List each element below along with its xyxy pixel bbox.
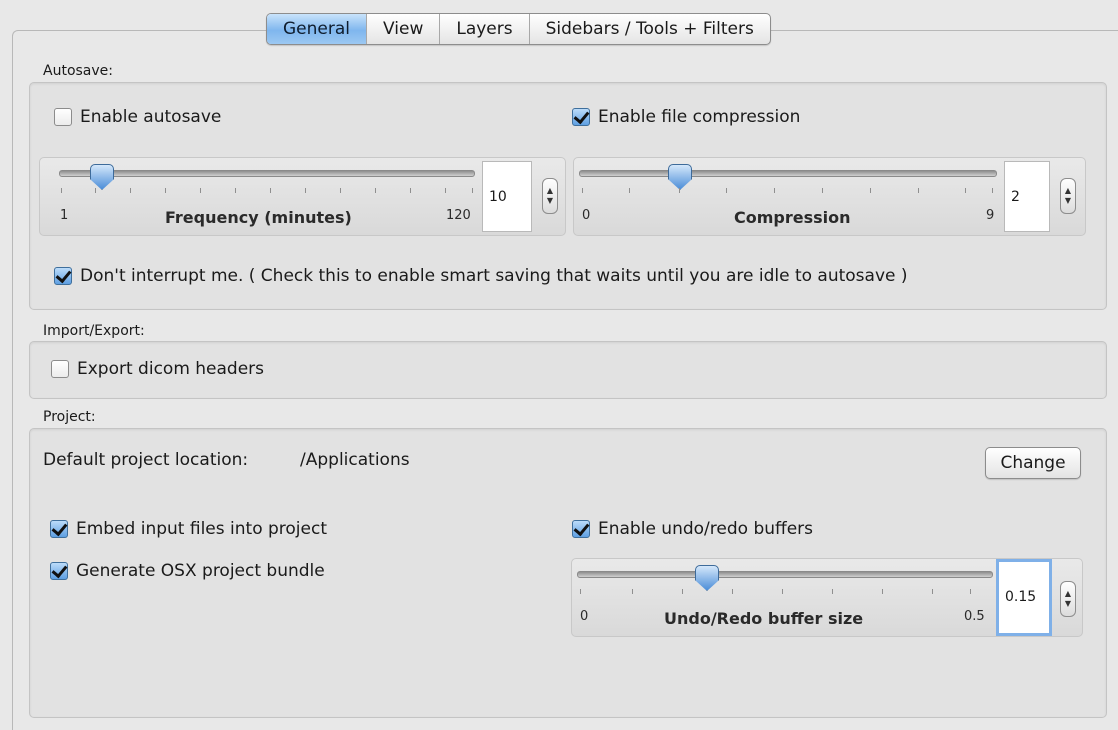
- import-export-group: Export dicom headers: [29, 341, 1107, 399]
- enable-undo-redo-checkbox[interactable]: Enable undo/redo buffers: [572, 519, 813, 539]
- autosave-section-label: Autosave:: [43, 63, 113, 79]
- undo-buffer-slider-title: Undo/Redo buffer size: [664, 609, 864, 628]
- enable-autosave-label: Enable autosave: [80, 107, 222, 127]
- export-dicom-headers-label: Export dicom headers: [77, 359, 265, 379]
- frequency-slider-thumb[interactable]: [90, 164, 114, 190]
- undo-buffer-stepper[interactable]: ▲ ▼: [1060, 581, 1076, 617]
- compression-tick: [870, 188, 871, 193]
- autosave-group: Enable autosave Enable file compression …: [29, 82, 1107, 310]
- frequency-slider-title: Frequency (minutes): [165, 208, 352, 227]
- compression-tick: [679, 188, 680, 193]
- frequency-tick: [270, 188, 271, 193]
- undo-tick: [682, 589, 683, 594]
- frequency-tick: [235, 188, 236, 193]
- generate-osx-bundle-checkbox[interactable]: Generate OSX project bundle: [50, 561, 325, 581]
- undo-buffer-min-label: 0: [580, 609, 589, 624]
- frequency-min-label: 1: [60, 208, 69, 223]
- undo-tick: [932, 589, 933, 594]
- undo-tick: [882, 589, 883, 594]
- embed-input-files-box[interactable]: [50, 520, 68, 538]
- undo-tick: [832, 589, 833, 594]
- enable-file-compression-box[interactable]: [572, 108, 590, 126]
- compression-slider-thumb[interactable]: [668, 164, 692, 190]
- tab-layers[interactable]: Layers: [440, 14, 530, 44]
- frequency-tick: [61, 188, 62, 193]
- compression-tick: [992, 188, 993, 193]
- generate-osx-bundle-box[interactable]: [50, 562, 68, 580]
- tab-sidebars-tools-filters[interactable]: Sidebars / Tools + Filters: [530, 14, 770, 44]
- frequency-tick: [410, 188, 411, 193]
- frequency-tick: [340, 188, 341, 193]
- enable-undo-redo-label: Enable undo/redo buffers: [598, 519, 814, 539]
- undo-buffer-max-label: 0.5: [964, 609, 985, 624]
- frequency-slider-track[interactable]: [59, 170, 475, 177]
- stepper-up-icon[interactable]: ▲: [547, 186, 553, 196]
- compression-min-label: 0: [582, 208, 591, 223]
- enable-file-compression-checkbox[interactable]: Enable file compression: [572, 107, 800, 127]
- tab-bar: General View Layers Sidebars / Tools + F…: [266, 13, 771, 45]
- undo-tick: [580, 589, 581, 594]
- compression-slider-title: Compression: [734, 208, 851, 227]
- default-location-label: Default project location:: [43, 450, 249, 470]
- change-location-button[interactable]: Change: [985, 447, 1081, 479]
- frequency-slider-panel: 1 Frequency (minutes) 120 10 ▲ ▼: [39, 157, 566, 236]
- undo-buffer-slider-panel: 0 Undo/Redo buffer size 0.5 0.15 ▲ ▼: [571, 558, 1083, 637]
- compression-slider-panel: 0 Compression 9 2 ▲ ▼: [573, 157, 1086, 236]
- compression-tick: [726, 188, 727, 193]
- compression-tick: [774, 188, 775, 193]
- project-section-label: Project:: [43, 409, 96, 425]
- undo-tick: [632, 589, 633, 594]
- enable-autosave-box[interactable]: [54, 108, 72, 126]
- compression-slider-track[interactable]: [579, 170, 997, 177]
- enable-autosave-checkbox[interactable]: Enable autosave: [54, 107, 221, 127]
- compression-tick: [582, 188, 583, 193]
- export-dicom-headers-box[interactable]: [51, 360, 69, 378]
- export-dicom-headers-checkbox[interactable]: Export dicom headers: [51, 359, 264, 379]
- default-location-value: /Applications: [300, 450, 410, 470]
- undo-tick: [782, 589, 783, 594]
- frequency-value-field[interactable]: 10: [482, 161, 532, 232]
- dont-interrupt-label: Don't interrupt me. ( Check this to enab…: [80, 266, 908, 286]
- stepper-up-icon[interactable]: ▲: [1065, 589, 1071, 599]
- undo-tick: [970, 589, 971, 594]
- import-export-section-label: Import/Export:: [43, 323, 145, 339]
- frequency-max-label: 120: [446, 208, 471, 223]
- dont-interrupt-checkbox[interactable]: Don't interrupt me. ( Check this to enab…: [54, 266, 908, 286]
- embed-input-files-label: Embed input files into project: [76, 519, 327, 539]
- stepper-up-icon[interactable]: ▲: [1065, 186, 1071, 196]
- compression-stepper[interactable]: ▲ ▼: [1060, 178, 1076, 214]
- stepper-down-icon[interactable]: ▼: [547, 196, 553, 206]
- frequency-tick: [130, 188, 131, 193]
- frequency-tick: [472, 188, 473, 193]
- compression-tick: [965, 188, 966, 193]
- frequency-tick: [445, 188, 446, 193]
- frequency-tick: [95, 188, 96, 193]
- frequency-tick: [200, 188, 201, 193]
- tab-view[interactable]: View: [367, 14, 441, 44]
- embed-input-files-checkbox[interactable]: Embed input files into project: [50, 519, 327, 539]
- undo-buffer-slider-thumb[interactable]: [695, 565, 719, 591]
- dont-interrupt-box[interactable]: [54, 267, 72, 285]
- frequency-stepper[interactable]: ▲ ▼: [542, 178, 558, 214]
- compression-tick: [629, 188, 630, 193]
- frequency-tick: [375, 188, 376, 193]
- enable-undo-redo-box[interactable]: [572, 520, 590, 538]
- compression-value-field[interactable]: 2: [1004, 161, 1050, 232]
- frequency-tick: [165, 188, 166, 193]
- compression-max-label: 9: [986, 208, 995, 223]
- stepper-down-icon[interactable]: ▼: [1065, 196, 1071, 206]
- compression-tick: [918, 188, 919, 193]
- frequency-tick: [305, 188, 306, 193]
- generate-osx-bundle-label: Generate OSX project bundle: [76, 561, 325, 581]
- undo-tick: [732, 589, 733, 594]
- tab-general[interactable]: General: [267, 14, 367, 44]
- enable-file-compression-label: Enable file compression: [598, 107, 801, 127]
- stepper-down-icon[interactable]: ▼: [1065, 599, 1071, 609]
- compression-tick: [822, 188, 823, 193]
- undo-buffer-slider-track[interactable]: [577, 571, 993, 578]
- undo-buffer-value-field[interactable]: 0.15: [996, 559, 1052, 636]
